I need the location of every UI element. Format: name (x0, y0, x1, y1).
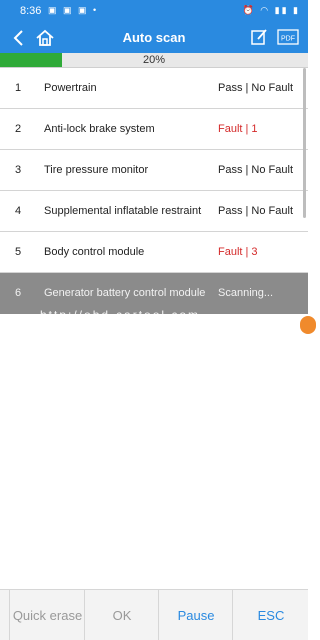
status-time: 8:36 (20, 5, 42, 17)
row-number: 2 (15, 123, 22, 135)
scan-status: Scanning... (218, 287, 274, 299)
list-item[interactable]: 2 Anti-lock brake system Fault | 1 (0, 109, 308, 150)
scan-status: Fault | 3 (218, 246, 258, 258)
pause-button[interactable]: Pause (158, 590, 233, 640)
system-name: Powertrain (44, 82, 97, 94)
esc-button[interactable]: ESC (232, 590, 309, 640)
progress-label: 20% (142, 54, 166, 66)
row-number: 6 (15, 287, 22, 299)
row-number: 1 (15, 82, 22, 94)
system-status-icons: ⏰ ◠ ▮▮ ▮ (242, 5, 300, 15)
list-item[interactable]: 3 Tire pressure monitor Pass | No Fault (0, 150, 308, 191)
watermark-text: http://obd-cartool.com (40, 308, 201, 322)
ok-button[interactable]: OK (84, 590, 159, 640)
system-name: Generator battery control module (44, 287, 206, 299)
scan-status: Pass | No Fault (218, 205, 293, 217)
system-list: 1 Powertrain Pass | No Fault 2 Anti-lock… (0, 68, 308, 314)
floating-assist-button[interactable] (300, 316, 316, 334)
list-scrollbar[interactable] (303, 68, 306, 218)
edit-icon[interactable] (249, 27, 269, 47)
list-item[interactable]: 5 Body control module Fault | 3 (0, 232, 308, 273)
system-name: Body control module (44, 246, 145, 258)
system-name: Tire pressure monitor (44, 164, 149, 176)
scan-status: Pass | No Fault (218, 82, 293, 94)
quick-erase-button[interactable]: Quick erase (9, 590, 85, 640)
notification-icons: ▣ ▣ ▣ • (48, 5, 99, 15)
system-name: Supplemental inflatable restraint (44, 205, 202, 217)
pdf-icon-label: PDF (281, 36, 295, 43)
row-number: 4 (15, 205, 22, 217)
scan-status: Pass | No Fault (218, 164, 293, 176)
nav-bar: Auto scan PDF (0, 22, 308, 53)
row-number: 3 (15, 164, 22, 176)
progress-bar: 20% (0, 53, 308, 68)
list-item[interactable]: 4 Supplemental inflatable restraint Pass… (0, 191, 308, 232)
list-item[interactable]: 1 Powertrain Pass | No Fault (0, 68, 308, 109)
status-bar: 8:36 ▣ ▣ ▣ • ⏰ ◠ ▮▮ ▮ (0, 0, 308, 22)
bottom-toolbar: Quick erase OK Pause ESC (0, 589, 308, 640)
pdf-icon[interactable]: PDF (276, 27, 300, 47)
scan-status: Fault | 1 (218, 123, 258, 135)
system-name: Anti-lock brake system (44, 123, 155, 135)
row-number: 5 (15, 246, 22, 258)
